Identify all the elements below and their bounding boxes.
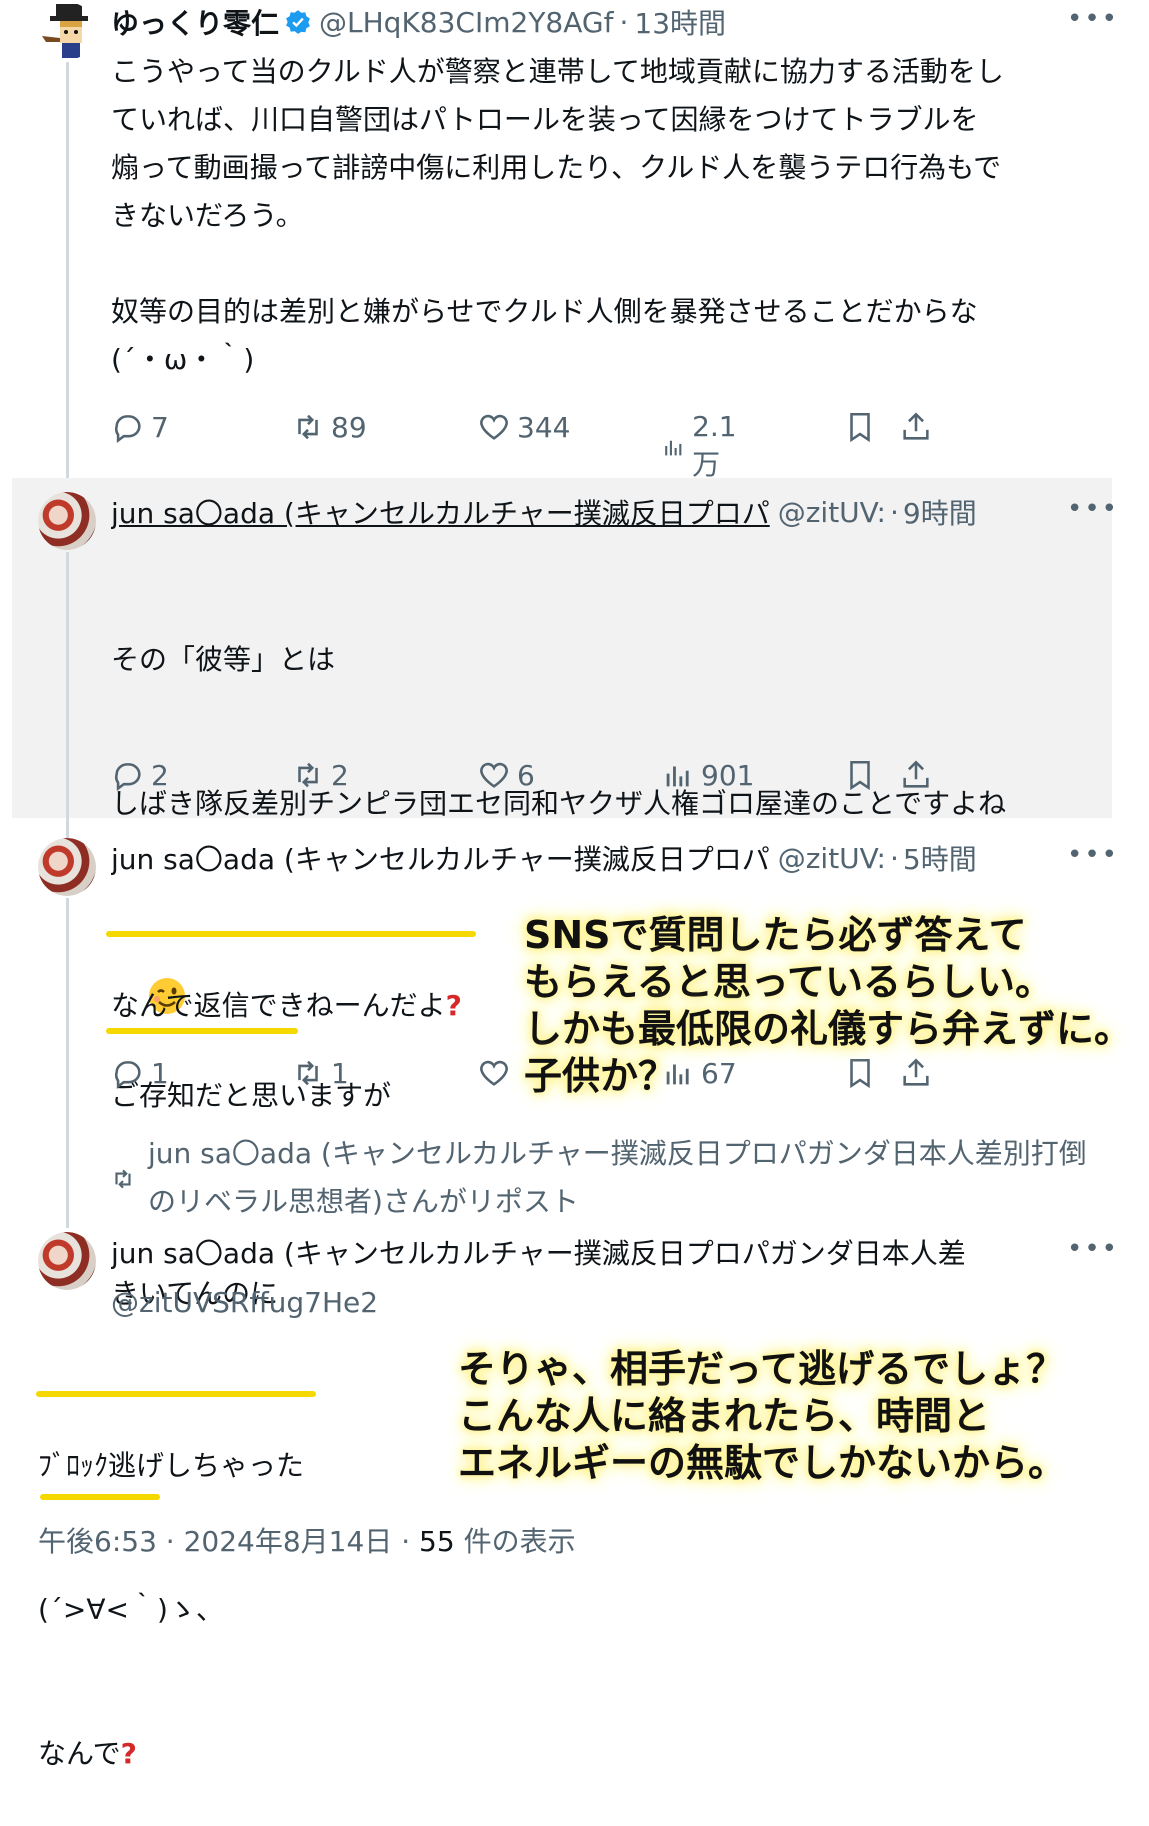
tweet-header: jun sa〇ada (キャンセルカルチャー撲滅反日プロパ @zitUV: · … — [111, 492, 1053, 532]
views-button[interactable]: 901 — [661, 758, 754, 792]
timestamp[interactable]: 13時間 — [634, 2, 726, 42]
reply-button[interactable]: 7 — [111, 410, 169, 444]
reply-icon — [115, 1061, 141, 1090]
tweet-line-text: なんで返信できねーんだよ — [111, 989, 446, 1022]
post-time[interactable]: 午後6:53 — [38, 1525, 157, 1558]
repost-count: 1 — [331, 1056, 349, 1090]
thread-line — [66, 552, 69, 838]
repost-icon — [298, 762, 318, 788]
reply-count: 2 — [151, 758, 169, 792]
tweet-text: こうやって当のクルド人が警察と連帯して地域貢献に協力する活動をし ていれば、川口… — [111, 55, 1004, 376]
share-button[interactable] — [899, 410, 939, 444]
more-options-icon[interactable]: ••• — [1067, 494, 1119, 524]
separator-dot: · — [165, 1525, 184, 1558]
like-button[interactable]: 344 — [477, 410, 570, 444]
tweet-line-text: なんで — [38, 1737, 121, 1770]
avatar[interactable] — [38, 492, 96, 550]
highlight-underline — [106, 931, 476, 937]
tweet-handle-row: @zitUVSRffug7He2 — [111, 1282, 1129, 1322]
verified-badge-icon — [285, 9, 311, 35]
view-count: 2.1万 — [692, 410, 737, 481]
bookmark-icon — [850, 760, 870, 791]
thread-line — [66, 62, 69, 482]
handle[interactable]: @LHqK83CIm2Y8AGf — [319, 6, 613, 39]
tweet-header: jun sa〇ada (キャンセルカルチャー撲滅反日プロパ @zitUV: · … — [111, 838, 1053, 878]
highlight-underline — [36, 1391, 316, 1397]
reply-count: 1 — [151, 1056, 169, 1090]
more-options-icon[interactable]: ••• — [1067, 4, 1119, 34]
tweet-line: その「彼等」とは — [111, 643, 336, 676]
views-button[interactable]: 2.1万 — [661, 410, 746, 483]
like-count: 344 — [517, 410, 571, 444]
more-options-icon[interactable]: ••• — [1067, 840, 1119, 870]
heart-icon — [480, 762, 508, 788]
tweet-line: (´>∀<｀)ゝ、 — [38, 1593, 224, 1626]
display-name[interactable]: jun sa〇ada (キャンセルカルチャー撲滅反日プロパガンダ日本人差 — [111, 1232, 966, 1272]
bookmark-button[interactable] — [843, 758, 883, 792]
reply-icon — [115, 763, 141, 792]
separator-dot: · — [889, 841, 899, 875]
analytics-icon — [665, 440, 682, 455]
repost-notice[interactable]: jun sa〇ada (キャンセルカルチャー撲滅反日プロパガンダ日本人差別打倒の… — [148, 1130, 1109, 1226]
heart-icon — [480, 414, 508, 440]
share-icon — [903, 760, 929, 788]
more-options-icon[interactable]: ••• — [1067, 1234, 1119, 1264]
timestamp[interactable]: 9時間 — [903, 492, 977, 532]
repost-button[interactable]: 1 — [291, 1056, 349, 1090]
red-question-mark: ? — [445, 989, 462, 1022]
handle[interactable]: @zitUVSRffug7He2 — [111, 1286, 378, 1319]
like-button[interactable] — [477, 1056, 517, 1090]
like-count: 6 — [517, 758, 535, 792]
reply-icon — [115, 415, 141, 444]
timestamp[interactable]: 5時間 — [903, 838, 977, 878]
repost-button[interactable]: 89 — [291, 410, 367, 444]
repost-icon — [298, 1060, 318, 1086]
thread-line — [66, 898, 69, 1228]
view-label: 件の表示 — [463, 1525, 576, 1558]
handle[interactable]: @zitUV: — [778, 842, 886, 875]
display-name[interactable]: ゆっくり零仁 — [111, 2, 279, 42]
avatar[interactable] — [38, 1232, 96, 1290]
reply-count: 7 — [151, 410, 169, 444]
repost-icon — [298, 414, 318, 440]
annotation-callout: SNSで質問したら必ず答えて もらえると思っているらしい。 しかも最低限の礼儀す… — [524, 913, 1133, 1098]
avatar-character-image — [38, 2, 96, 60]
reply-button[interactable]: 1 — [111, 1056, 169, 1090]
tweet-line: なんで? — [38, 1730, 1109, 1778]
display-name[interactable]: jun sa〇ada (キャンセルカルチャー撲滅反日プロパ — [111, 838, 770, 878]
tweet-line: しばき隊反差別チンピラ団エセ同和ヤクザ人権ゴロ屋達のことですよね — [111, 787, 1007, 820]
like-button[interactable]: 6 — [477, 758, 535, 792]
display-name[interactable]: jun sa〇ada (キャンセルカルチャー撲滅反日プロパ — [111, 492, 770, 532]
avatar[interactable] — [38, 2, 96, 60]
repost-button[interactable]: 2 — [291, 758, 349, 792]
repost-count: 89 — [331, 410, 367, 444]
share-button[interactable] — [899, 758, 939, 792]
separator-dot: · — [401, 1525, 420, 1558]
tweet-meta-footer: 午後6:53 · 2024年8月14日 · 55 件の表示 — [38, 1520, 576, 1560]
highlight-underline — [106, 1028, 298, 1034]
repost-count: 2 — [331, 758, 349, 792]
post-date[interactable]: 2024年8月14日 — [184, 1525, 393, 1558]
handle[interactable]: @zitUV: — [778, 496, 886, 529]
highlight-underline — [40, 1494, 160, 1500]
analytics-icon — [666, 766, 689, 787]
separator-dot: · — [889, 495, 899, 529]
bookmark-button[interactable] — [843, 410, 883, 444]
repost-small-icon — [110, 1166, 136, 1196]
avatar[interactable] — [38, 838, 96, 896]
view-count: 901 — [701, 758, 755, 792]
red-question-mark: ? — [120, 1737, 137, 1770]
view-count: 55 — [419, 1525, 455, 1558]
separator-dot: · — [619, 5, 629, 39]
reply-button[interactable]: 2 — [111, 758, 169, 792]
annotation-callout: そりゃ、相手だって逃げるでしょ？ こんな人に絡まれたら、時間と エネルギーの無駄… — [458, 1347, 1067, 1485]
tweet-header: jun sa〇ada (キャンセルカルチャー撲滅反日プロパガンダ日本人差 — [111, 1232, 1053, 1272]
tweet-header: ゆっくり零仁 @LHqK83CIm2Y8AGf · 13時間 — [111, 2, 1129, 42]
heart-icon — [480, 1060, 508, 1086]
share-icon — [903, 412, 929, 440]
bookmark-icon — [850, 412, 870, 443]
